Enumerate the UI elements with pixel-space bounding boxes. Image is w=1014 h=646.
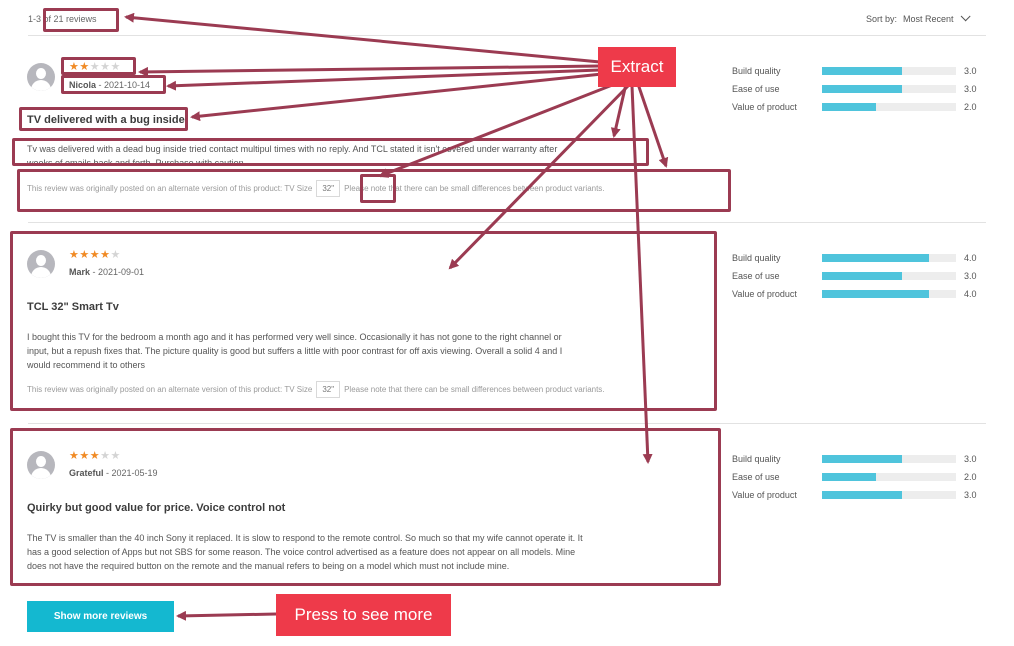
extract-callout: Extract	[598, 47, 676, 87]
annotation-arrows	[124, 12, 669, 621]
press-callout: Press to see more	[276, 594, 451, 636]
